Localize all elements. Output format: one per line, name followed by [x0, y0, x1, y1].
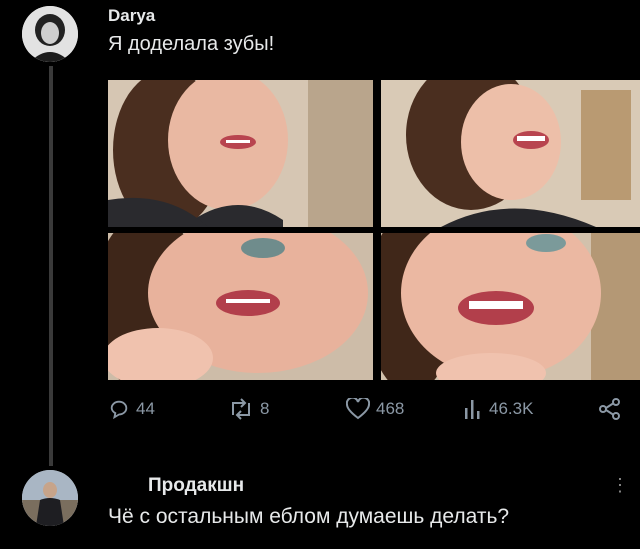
- post-photo-3[interactable]: [108, 233, 373, 380]
- reply-text: Чё с остальным еблом думаешь делать?: [108, 505, 510, 528]
- post-photo-4[interactable]: [381, 233, 640, 380]
- author-name[interactable]: Darya: [108, 6, 155, 26]
- photo-grid: [108, 80, 640, 382]
- repost-button[interactable]: 8: [228, 398, 269, 420]
- reply-button[interactable]: 44: [108, 398, 155, 420]
- avatar-photo: [22, 470, 78, 526]
- repost-count: 8: [260, 399, 270, 418]
- repost-icon: [232, 398, 250, 420]
- like-icon: [346, 398, 370, 420]
- like-count: 468: [376, 399, 405, 418]
- thread-line: [49, 66, 53, 466]
- reply-icon: [110, 400, 128, 420]
- like-button[interactable]: 468: [346, 398, 404, 420]
- views-button[interactable]: 46.3K: [463, 398, 533, 420]
- post-photo-1[interactable]: [108, 80, 373, 227]
- reply-count: 44: [136, 399, 155, 418]
- share-icon: [599, 398, 620, 420]
- reply-author-avatar[interactable]: [22, 470, 78, 526]
- share-button[interactable]: [598, 398, 622, 420]
- avatar-photo: [22, 6, 78, 62]
- reply-author-name[interactable]: Продакшн: [148, 475, 244, 497]
- views-count: 46.3K: [489, 399, 534, 418]
- more-icon[interactable]: ⋮: [611, 475, 630, 496]
- post-text: Я доделала зубы!: [108, 33, 275, 55]
- post-photo-2[interactable]: [381, 80, 640, 227]
- views-icon: [465, 400, 480, 419]
- author-avatar[interactable]: [22, 6, 78, 62]
- post-actions: 44 8 468 46.3K: [108, 398, 628, 428]
